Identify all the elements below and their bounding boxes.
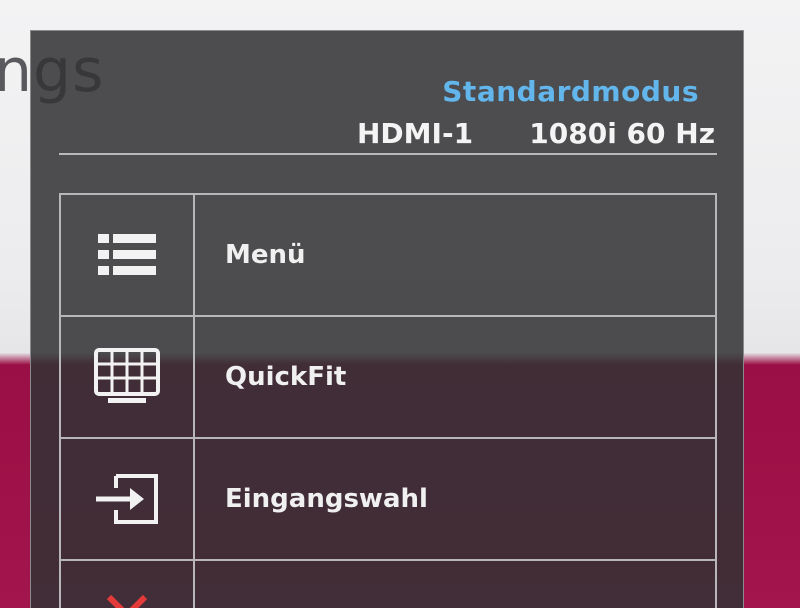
menu-list-icon xyxy=(98,234,156,275)
menu-item-label: Schließen xyxy=(195,575,368,608)
monitor-screen: ngs Standardmodus HDMI-1 1080i 60 Hz Men xyxy=(0,0,800,608)
menu-item-icon-cell xyxy=(61,439,195,559)
quickfit-icon xyxy=(94,348,160,403)
resolution-label: 1080i 60 Hz xyxy=(529,117,715,150)
menu-item-input-select[interactable]: Eingangswahl xyxy=(61,439,715,561)
menu-item-label: QuickFit xyxy=(225,362,347,392)
input-source-label: HDMI-1 xyxy=(357,117,474,150)
menu-item-menu[interactable]: Menü xyxy=(61,195,715,317)
menu-item-label: Menü xyxy=(225,240,306,270)
menu-item-label: Eingangswahl xyxy=(225,484,428,514)
osd-menu: Menü QuickFit Eingangswahl xyxy=(59,193,717,608)
input-source-icon xyxy=(96,474,158,524)
menu-item-icon-cell xyxy=(61,561,195,608)
menu-item-close[interactable]: Schließen xyxy=(61,561,715,608)
menu-item-quickfit[interactable]: QuickFit xyxy=(61,317,715,439)
menu-item-icon-cell xyxy=(61,317,195,437)
osd-panel: Standardmodus HDMI-1 1080i 60 Hz Menü Qu… xyxy=(30,30,744,608)
picture-mode-label: Standardmodus xyxy=(442,75,699,108)
header-divider xyxy=(59,153,717,155)
menu-item-icon-cell xyxy=(61,195,195,315)
close-x-icon xyxy=(106,594,148,608)
